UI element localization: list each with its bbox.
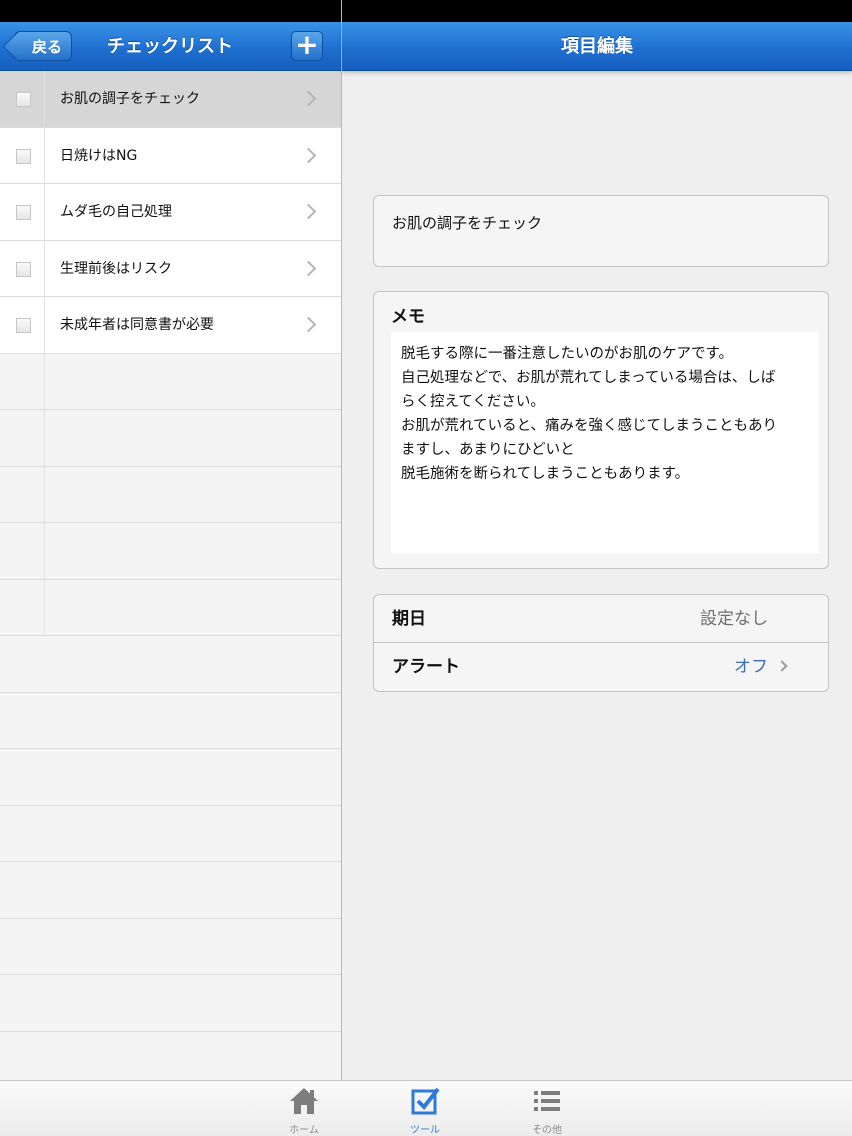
empty-row: [0, 579, 341, 636]
tab-home-label: ホーム: [289, 1125, 319, 1136]
back-button-label: 戻る: [31, 37, 62, 56]
margin-line: [44, 579, 45, 635]
checklist-list: お肌の調子をチェック 日焼けはNG ムダ毛の自己処理 生理前後はリスク 未成年者…: [0, 71, 341, 1080]
margin-line: [44, 71, 45, 127]
edit-nav-bar: 項目編集: [342, 22, 852, 71]
empty-row: [0, 353, 341, 410]
list-item[interactable]: 生理前後はリスク: [0, 240, 341, 297]
tab-tool[interactable]: ツール: [385, 1081, 465, 1136]
margin-line: [44, 353, 45, 409]
margin-line: [44, 240, 45, 296]
alert-value: オフ: [734, 657, 768, 677]
margin-line: [44, 184, 45, 240]
margin-line: [44, 297, 45, 353]
empty-row: [0, 410, 341, 467]
margin-line: [44, 523, 45, 579]
alert-row[interactable]: アラート オフ: [374, 643, 828, 691]
empty-row: [0, 693, 341, 749]
list-item[interactable]: お肌の調子をチェック: [0, 71, 341, 128]
tab-other-label: その他: [532, 1125, 562, 1136]
home-icon: [290, 1088, 318, 1114]
alert-label: アラート: [392, 657, 460, 677]
memo-heading: メモ: [391, 307, 425, 327]
chevron-right-icon[interactable]: [303, 148, 317, 164]
tab-home[interactable]: ホーム: [264, 1081, 344, 1136]
list-item-label: 未成年者は同意書が必要: [60, 317, 214, 333]
checkbox[interactable]: [16, 318, 31, 333]
checklist-title: チェックリスト: [107, 36, 233, 57]
checkbox[interactable]: [16, 205, 31, 220]
memo-line: 脱毛する際に一番注意したいのがお肌のケアです。: [401, 346, 734, 362]
empty-row: [0, 1032, 341, 1081]
due-date-value: 設定なし: [700, 609, 768, 629]
empty-row: [0, 523, 341, 580]
settings-card: 期日 設定なし アラート オフ: [373, 594, 829, 692]
list-item-label: 日焼けはNG: [60, 147, 138, 164]
empty-row: [0, 862, 341, 919]
empty-row: [0, 919, 341, 975]
empty-row: [0, 466, 341, 523]
memo-line: お肌が荒れていると、痛みを強く感じてしまうこともあり: [401, 418, 777, 434]
empty-row: [0, 636, 341, 693]
due-date-row[interactable]: 期日 設定なし: [374, 595, 828, 643]
margin-line: [44, 410, 45, 466]
checklist-nav-bar: 戻る チェックリスト +: [0, 22, 341, 71]
list-item[interactable]: ムダ毛の自己処理: [0, 184, 341, 241]
checklist-panel: 戻る チェックリスト + お肌の調子をチェック 日焼けはNG ムダ毛の自己処理 …: [0, 22, 341, 1080]
item-title-field[interactable]: お肌の調子をチェック: [373, 195, 829, 267]
list-item[interactable]: 未成年者は同意書が必要: [0, 297, 341, 354]
memo-line: 自己処理などで、お肌が荒れてしまっている場合は、しば: [401, 370, 776, 386]
checkbox[interactable]: [16, 148, 31, 164]
chevron-right-icon[interactable]: [303, 204, 317, 220]
due-date-label: 期日: [392, 609, 426, 629]
chevron-right-icon: [776, 660, 788, 672]
checkbox-icon: [411, 1087, 440, 1115]
empty-row: [0, 806, 341, 862]
status-bar: [0, 0, 852, 22]
checkbox[interactable]: [16, 92, 31, 107]
empty-row: [0, 975, 341, 1032]
list-icon: [534, 1091, 560, 1111]
empty-row: [0, 749, 341, 806]
memo-textarea[interactable]: 脱毛する際に一番注意したいのがお肌のケアです。 自己処理などで、お肌が荒れてしま…: [391, 332, 819, 553]
memo-line: らく控えてください。: [401, 394, 545, 410]
memo-line: ますし、あまりにひどいと: [401, 442, 575, 458]
memo-line: 脱毛施術を断られてしまうこともあります。: [401, 466, 690, 482]
list-item-label: お肌の調子をチェック: [60, 91, 200, 107]
back-button[interactable]: 戻る: [14, 31, 72, 61]
tab-tool-label: ツール: [410, 1125, 440, 1136]
edit-title: 項目編集: [561, 36, 633, 57]
tab-bar: ホーム ツール その他: [0, 1080, 852, 1136]
list-item-label: 生理前後はリスク: [60, 260, 172, 277]
chevron-right-icon[interactable]: [303, 317, 317, 333]
list-item[interactable]: 日焼けはNG: [0, 127, 341, 184]
margin-line: [44, 127, 45, 183]
add-item-button[interactable]: +: [291, 31, 323, 61]
chevron-right-icon[interactable]: [303, 91, 317, 107]
list-item-label: ムダ毛の自己処理: [60, 204, 172, 220]
chevron-right-icon[interactable]: [303, 261, 317, 277]
margin-line: [44, 466, 45, 522]
item-title-value: お肌の調子をチェック: [392, 214, 543, 232]
checkbox[interactable]: [16, 261, 31, 277]
memo-card: メモ 脱毛する際に一番注意したいのがお肌のケアです。 自己処理などで、お肌が荒れ…: [373, 291, 829, 569]
tab-other[interactable]: その他: [507, 1081, 587, 1136]
edit-panel: 項目編集 お肌の調子をチェック メモ 脱毛する際に一番注意したいのがお肌のケアで…: [342, 22, 852, 1080]
